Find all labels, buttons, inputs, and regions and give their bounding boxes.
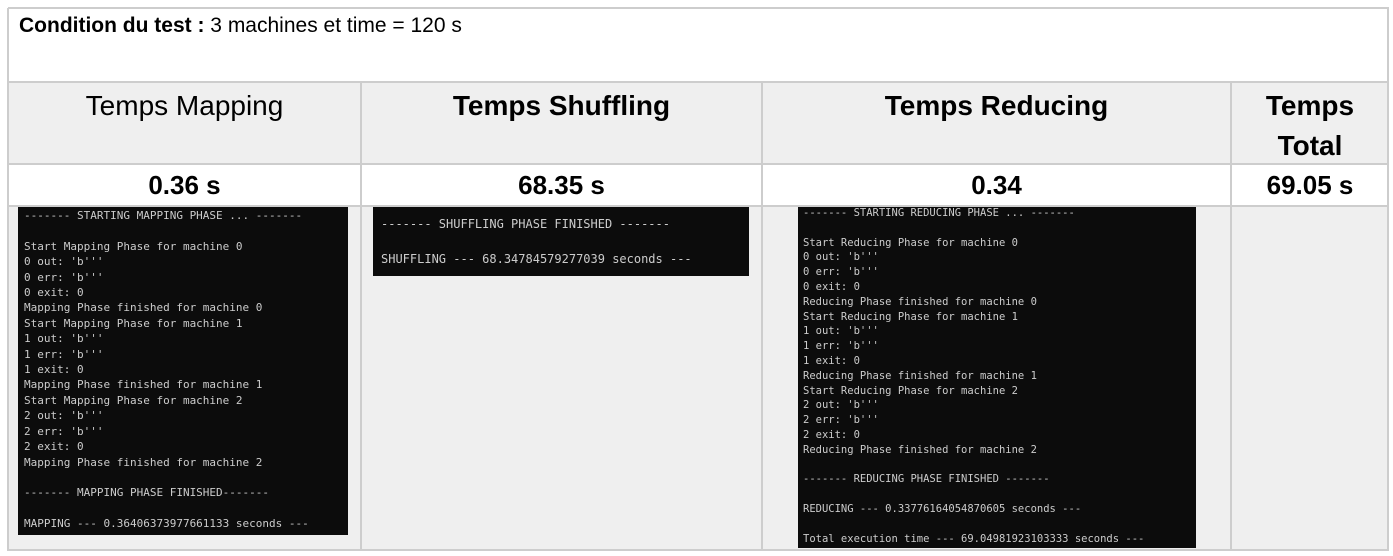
value-total: 69.05 s xyxy=(1266,170,1354,200)
terminal-line: Start Reducing Phase for machine 0 xyxy=(803,236,1018,249)
terminal-line: 0 out: 'b''' xyxy=(24,255,104,269)
grid-line xyxy=(8,205,1389,207)
grid-line xyxy=(1387,8,1389,551)
header-row: Temps Mapping Temps Shuffling Temps Redu… xyxy=(8,82,1389,164)
terminal-line: 1 out: 'b''' xyxy=(24,332,104,346)
terminal-line: SHUFFLING --- 68.34784579277039 seconds … xyxy=(381,252,692,266)
grid-line xyxy=(8,7,1389,9)
header-mapping: Temps Mapping xyxy=(85,90,284,121)
terminal-line: 0 exit: 0 xyxy=(24,286,84,300)
terminal-line: 2 out: 'b''' xyxy=(24,409,104,423)
terminal-line: Start Reducing Phase for machine 2 xyxy=(803,384,1018,397)
header-total-line2: Total xyxy=(1277,130,1343,161)
terminal-line: ------- STARTING MAPPING PHASE ... -----… xyxy=(24,209,303,222)
reducing-terminal-screenshot: ------- STARTING REDUCING PHASE ... ----… xyxy=(798,206,1196,548)
terminal-line: 1 exit: 0 xyxy=(803,354,860,367)
terminal-line: Start Mapping Phase for machine 0 xyxy=(24,239,243,253)
value-mapping: 0.36 s xyxy=(148,170,221,200)
terminal-line: 0 err: 'b''' xyxy=(24,270,104,284)
grid-line xyxy=(360,81,362,551)
terminal-line: 2 err: 'b''' xyxy=(24,424,104,438)
values-row: 0.36 s 68.35 s 0.34 69.05 s xyxy=(8,164,1389,206)
condition-label: Condition du test : xyxy=(19,14,205,37)
condition-row: Condition du test : 3 machines et time =… xyxy=(8,8,1389,82)
terminal-line: Mapping Phase finished for machine 0 xyxy=(24,301,263,315)
grid-line xyxy=(8,163,1389,165)
terminal-line: REDUCING --- 0.33776164054870605 seconds… xyxy=(803,502,1082,515)
header-total-line1: Temps xyxy=(1265,90,1355,121)
terminal-line: 0 err: 'b''' xyxy=(803,266,879,279)
header-total: Temps Total xyxy=(1231,82,1389,164)
terminal-line: 1 exit: 0 xyxy=(24,363,84,377)
terminal-line: 1 err: 'b''' xyxy=(803,340,879,353)
terminal-line: ------- SHUFFLING PHASE FINISHED ------- xyxy=(381,217,670,231)
shuffling-terminal-screenshot: ------- SHUFFLING PHASE FINISHED -------… xyxy=(373,206,749,276)
grid-line xyxy=(8,549,1389,551)
screenshots-row: ------- STARTING MAPPING PHASE ... -----… xyxy=(8,206,1389,551)
terminal-line: 2 err: 'b''' xyxy=(803,414,879,427)
terminal-line: 0 out: 'b''' xyxy=(803,251,879,264)
mapping-terminal-screenshot: ------- STARTING MAPPING PHASE ... -----… xyxy=(18,206,348,535)
terminal-line: Reducing Phase finished for machine 1 xyxy=(803,369,1037,382)
grid-line xyxy=(7,8,9,551)
terminal-line: Reducing Phase finished for machine 2 xyxy=(803,443,1037,456)
terminal-line: ------- STARTING REDUCING PHASE ... ----… xyxy=(803,207,1075,219)
terminal-line: 1 out: 'b''' xyxy=(803,325,879,338)
terminal-line: 1 err: 'b''' xyxy=(24,347,104,361)
grid-line xyxy=(761,81,763,551)
terminal-line: Reducing Phase finished for machine 0 xyxy=(803,295,1037,308)
terminal-line: MAPPING --- 0.36406373977661133 seconds … xyxy=(24,517,309,531)
test-condition: Condition du test : 3 machines et time =… xyxy=(19,14,462,38)
terminal-line: 0 exit: 0 xyxy=(803,280,860,293)
terminal-line: 2 exit: 0 xyxy=(803,428,860,441)
header-shuffling: Temps Shuffling xyxy=(452,90,671,121)
terminal-line: 2 exit: 0 xyxy=(24,440,84,454)
grid-line xyxy=(1230,81,1232,551)
terminal-line: Start Reducing Phase for machine 1 xyxy=(803,310,1018,323)
value-reducing: 0.34 xyxy=(971,170,1022,200)
terminal-line: ------- REDUCING PHASE FINISHED ------- xyxy=(803,473,1050,486)
terminal-line: Total execution time --- 69.049819231033… xyxy=(803,532,1145,545)
terminal-line: Start Mapping Phase for machine 2 xyxy=(24,393,243,407)
terminal-line: ------- MAPPING PHASE FINISHED------- xyxy=(24,486,270,500)
header-reducing: Temps Reducing xyxy=(884,90,1109,121)
grid-line xyxy=(8,81,1389,83)
terminal-line: Mapping Phase finished for machine 2 xyxy=(24,455,263,469)
value-shuffling: 68.35 s xyxy=(518,170,605,200)
terminal-line: 2 out: 'b''' xyxy=(803,399,879,412)
results-table: Condition du test : 3 machines et time =… xyxy=(7,7,1389,551)
terminal-line: Start Mapping Phase for machine 1 xyxy=(24,316,243,330)
terminal-line: Mapping Phase finished for machine 1 xyxy=(24,378,263,392)
condition-text: 3 machines et time = 120 s xyxy=(204,14,462,37)
